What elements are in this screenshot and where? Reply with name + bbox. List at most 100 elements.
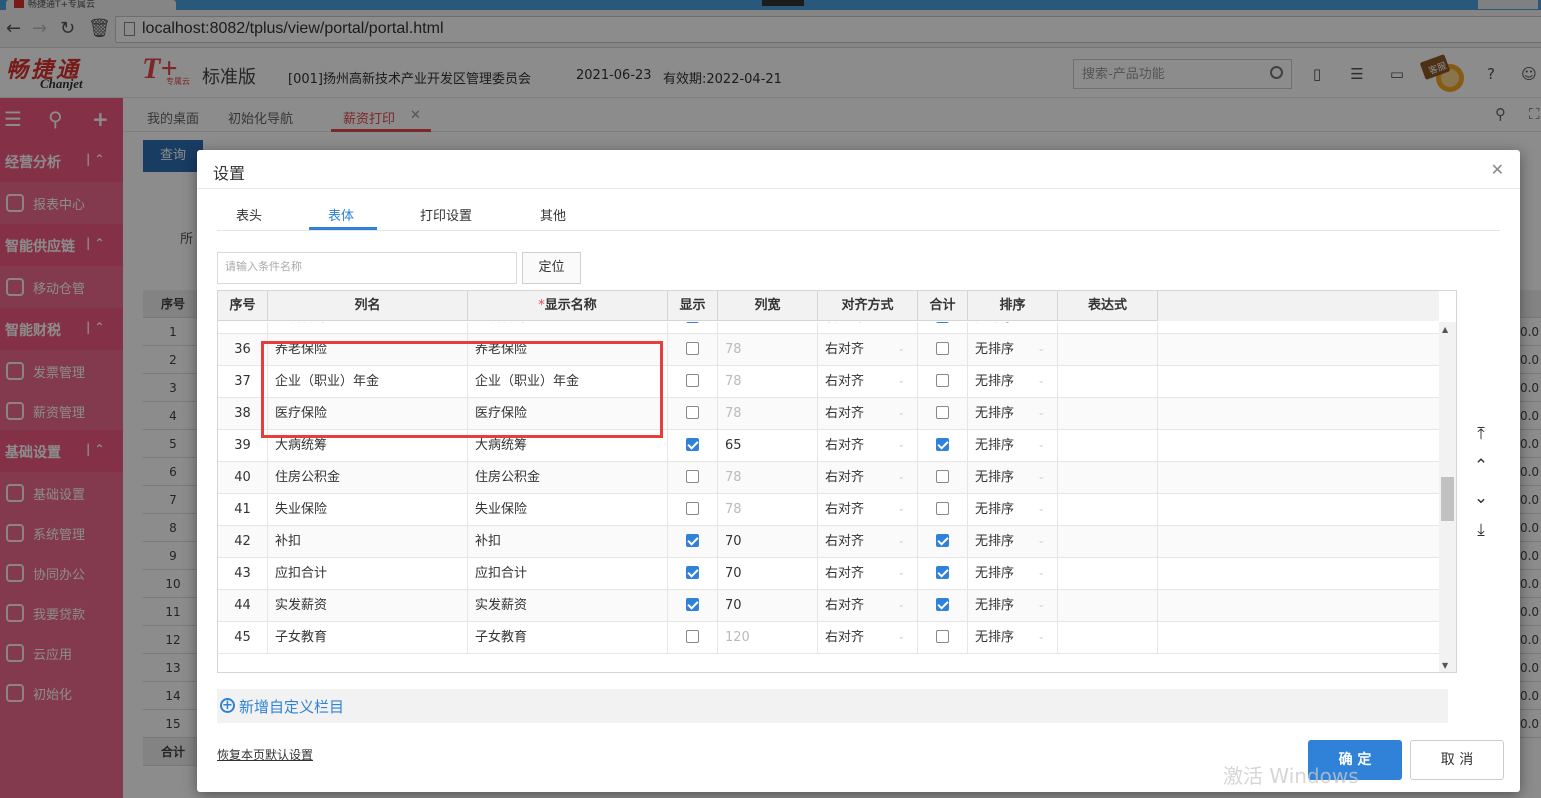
cell-expression[interactable]: [1058, 366, 1158, 397]
cell-name[interactable]: 失业保险: [268, 494, 468, 525]
table-row[interactable]: 38 医疗保险 医疗保险 78 右对齐 ⌄ 无排序 ⌄: [218, 398, 1439, 430]
cancel-button[interactable]: 取 消: [1410, 740, 1504, 780]
sum-checkbox-box[interactable]: [936, 322, 949, 323]
show-checkbox-box[interactable]: [686, 502, 699, 515]
cell-display-name[interactable]: 养老保险: [468, 334, 668, 365]
cell-display-name[interactable]: 实发薪资: [468, 590, 668, 621]
cell-name[interactable]: 应扣合计: [268, 558, 468, 589]
align-select[interactable]: 右对齐 ⌄: [818, 590, 918, 621]
cell-width[interactable]: 70: [718, 322, 818, 333]
show-checkbox-box[interactable]: [686, 598, 699, 611]
table-row[interactable]: 35 应发合计 应发合计 70 右对齐 ⌄ 无排序 ⌄: [218, 322, 1439, 334]
move-up-icon[interactable]: ⌃: [1463, 450, 1499, 482]
cell-name[interactable]: 应发合计: [268, 322, 468, 333]
sort-select[interactable]: 无排序 ⌄: [968, 430, 1058, 461]
align-select[interactable]: 右对齐 ⌄: [818, 526, 918, 557]
cell-width[interactable]: 78: [718, 334, 818, 365]
close-icon[interactable]: ✕: [1491, 160, 1504, 179]
move-bottom-icon[interactable]: ⤓: [1463, 514, 1499, 546]
cell-width[interactable]: 70: [718, 558, 818, 589]
cell-display-name[interactable]: 应扣合计: [468, 558, 668, 589]
sum-checkbox-box[interactable]: [936, 438, 949, 451]
show-checkbox-box[interactable]: [686, 374, 699, 387]
move-down-icon[interactable]: ⌄: [1463, 482, 1499, 514]
table-row[interactable]: 45 子女教育 子女教育 120 右对齐 ⌄ 无排序 ⌄: [218, 622, 1439, 654]
sum-checkbox-box[interactable]: [936, 502, 949, 515]
cell-name[interactable]: 补扣: [268, 526, 468, 557]
cell-width[interactable]: 65: [718, 430, 818, 461]
sort-select[interactable]: 无排序 ⌄: [968, 494, 1058, 525]
sum-checkbox-box[interactable]: [936, 406, 949, 419]
cell-display-name[interactable]: 失业保险: [468, 494, 668, 525]
show-checkbox-box[interactable]: [686, 534, 699, 547]
show-checkbox-box[interactable]: [686, 406, 699, 419]
cell-display-name[interactable]: 子女教育: [468, 622, 668, 653]
table-row[interactable]: 36 养老保险 养老保险 78 右对齐 ⌄ 无排序 ⌄: [218, 334, 1439, 366]
sum-checkbox-box[interactable]: [936, 630, 949, 643]
cell-width[interactable]: 70: [718, 526, 818, 557]
cell-width[interactable]: 120: [718, 622, 818, 653]
cell-name[interactable]: 企业（职业）年金: [268, 366, 468, 397]
cell-display-name[interactable]: 补扣: [468, 526, 668, 557]
align-select[interactable]: 右对齐 ⌄: [818, 494, 918, 525]
cell-expression[interactable]: [1058, 622, 1158, 653]
cell-expression[interactable]: [1058, 494, 1158, 525]
sum-checkbox-box[interactable]: [936, 566, 949, 579]
table-row[interactable]: 39 大病统筹 大病统筹 65 右对齐 ⌄ 无排序 ⌄: [218, 430, 1439, 462]
sum-checkbox-box[interactable]: [936, 470, 949, 483]
align-select[interactable]: 右对齐 ⌄: [818, 462, 918, 493]
cell-display-name[interactable]: 住房公积金: [468, 462, 668, 493]
cell-expression[interactable]: [1058, 430, 1158, 461]
locate-button[interactable]: 定位: [522, 252, 581, 284]
tab-other[interactable]: 其他: [540, 205, 566, 224]
cell-name[interactable]: 养老保险: [268, 334, 468, 365]
cell-width[interactable]: 78: [718, 398, 818, 429]
scroll-up-icon[interactable]: ▲: [1442, 325, 1448, 334]
tab-print-settings[interactable]: 打印设置: [420, 205, 472, 224]
cell-expression[interactable]: [1058, 558, 1158, 589]
sum-checkbox-box[interactable]: [936, 598, 949, 611]
tab-header[interactable]: 表头: [236, 205, 262, 224]
cell-name[interactable]: 医疗保险: [268, 398, 468, 429]
move-top-icon[interactable]: ⤒: [1463, 418, 1499, 450]
sort-select[interactable]: 无排序 ⌄: [968, 622, 1058, 653]
table-row[interactable]: 37 企业（职业）年金 企业（职业）年金 78 右对齐 ⌄ 无排序 ⌄: [218, 366, 1439, 398]
cell-display-name[interactable]: 企业（职业）年金: [468, 366, 668, 397]
cell-expression[interactable]: [1058, 462, 1158, 493]
sort-select[interactable]: 无排序 ⌄: [968, 334, 1058, 365]
sort-select[interactable]: 无排序 ⌄: [968, 558, 1058, 589]
show-checkbox-box[interactable]: [686, 322, 699, 323]
align-select[interactable]: 右对齐 ⌄: [818, 622, 918, 653]
sort-select[interactable]: 无排序 ⌄: [968, 322, 1058, 333]
align-select[interactable]: 右对齐 ⌄: [818, 430, 918, 461]
cell-name[interactable]: 实发薪资: [268, 590, 468, 621]
cell-width[interactable]: 78: [718, 494, 818, 525]
condition-field[interactable]: [217, 252, 517, 284]
sort-select[interactable]: 无排序 ⌄: [968, 590, 1058, 621]
cell-display-name[interactable]: 应发合计: [468, 322, 668, 333]
cell-expression[interactable]: [1058, 322, 1158, 333]
table-row[interactable]: 41 失业保险 失业保险 78 右对齐 ⌄ 无排序 ⌄: [218, 494, 1439, 526]
show-checkbox-box[interactable]: [686, 342, 699, 355]
scroll-down-icon[interactable]: ▼: [1442, 661, 1448, 670]
cell-name[interactable]: 大病统筹: [268, 430, 468, 461]
align-select[interactable]: 右对齐 ⌄: [818, 398, 918, 429]
show-checkbox-box[interactable]: [686, 566, 699, 579]
grid-scrollbar[interactable]: ▲ ▼: [1439, 322, 1456, 672]
cell-name[interactable]: 子女教育: [268, 622, 468, 653]
sum-checkbox-box[interactable]: [936, 534, 949, 547]
table-row[interactable]: 42 补扣 补扣 70 右对齐 ⌄ 无排序 ⌄: [218, 526, 1439, 558]
sum-checkbox-box[interactable]: [936, 342, 949, 355]
table-row[interactable]: 44 实发薪资 实发薪资 70 右对齐 ⌄ 无排序 ⌄: [218, 590, 1439, 622]
restore-defaults-link[interactable]: 恢复本页默认设置: [217, 746, 313, 763]
tab-body[interactable]: 表体: [328, 205, 354, 224]
sort-select[interactable]: 无排序 ⌄: [968, 462, 1058, 493]
cell-width[interactable]: 70: [718, 590, 818, 621]
condition-input[interactable]: [225, 260, 505, 273]
sort-select[interactable]: 无排序 ⌄: [968, 366, 1058, 397]
sort-select[interactable]: 无排序 ⌄: [968, 526, 1058, 557]
table-row[interactable]: 40 住房公积金 住房公积金 78 右对齐 ⌄ 无排序 ⌄: [218, 462, 1439, 494]
add-custom-column[interactable]: + 新增自定义栏目: [217, 689, 1448, 723]
align-select[interactable]: 右对齐 ⌄: [818, 366, 918, 397]
show-checkbox-box[interactable]: [686, 630, 699, 643]
